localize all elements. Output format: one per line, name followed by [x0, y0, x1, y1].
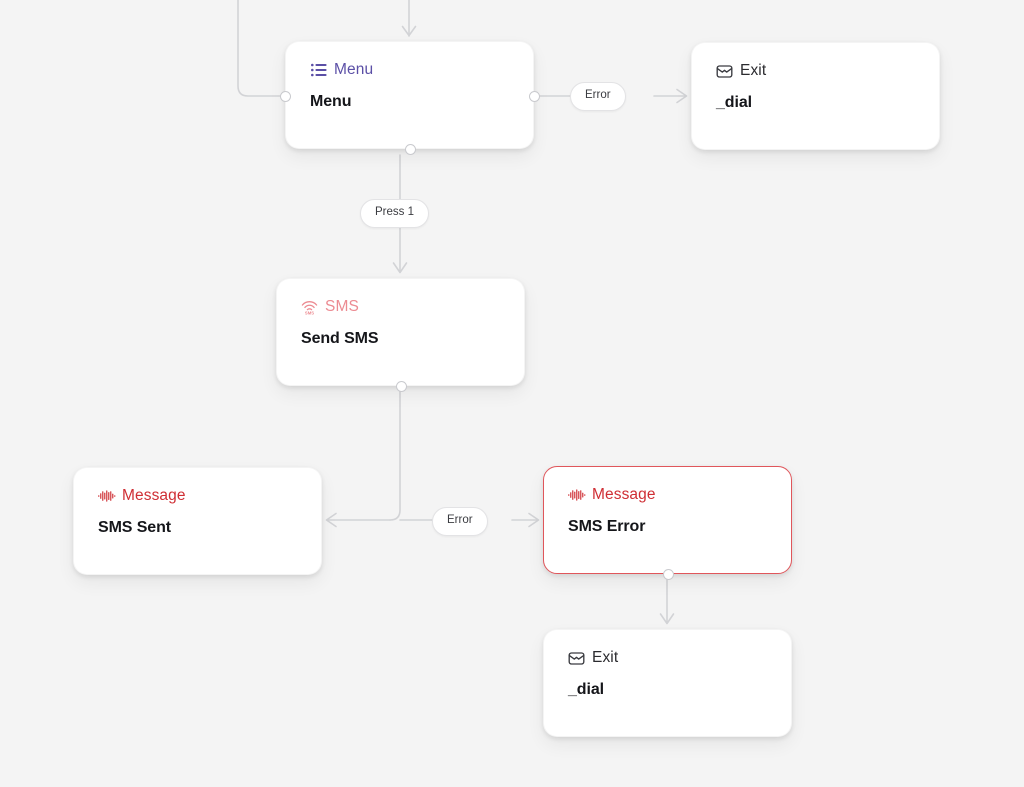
node-kind-label: Menu — [334, 61, 374, 79]
node-kind-label: Message — [122, 487, 186, 505]
node-kind-label: SMS — [325, 298, 359, 316]
port-menu-left[interactable] — [280, 91, 291, 102]
node-header: Message — [97, 486, 297, 506]
inbox-icon — [568, 650, 585, 667]
svg-text:SMS: SMS — [305, 310, 314, 315]
node-exit-bottom[interactable]: Exit _dial — [543, 629, 792, 737]
node-header: SMS SMS — [301, 297, 500, 317]
node-title: SMS Error — [568, 518, 646, 535]
node-header: Exit — [716, 61, 915, 81]
flow-canvas[interactable]: Menu Menu Exit _dial SMS SMS Send SMS Me… — [0, 0, 1024, 787]
arrowhead-send-sms — [392, 262, 408, 274]
arrowhead-incoming-top — [401, 25, 417, 37]
arrowhead-sms-error — [528, 512, 540, 528]
node-exit-top[interactable]: Exit _dial — [691, 42, 940, 150]
inbox-icon — [716, 63, 733, 80]
arrowhead-sms-sent — [325, 512, 337, 528]
port-menu-bottom[interactable] — [405, 144, 416, 155]
port-sms-bottom[interactable] — [396, 381, 407, 392]
edge-incoming-left — [237, 0, 281, 97]
port-menu-right[interactable] — [529, 91, 540, 102]
node-header: Message — [567, 485, 767, 505]
edge-sms-trunk — [389, 389, 401, 521]
node-kind-label: Message — [592, 486, 656, 504]
waveform-icon — [567, 487, 585, 504]
node-send-sms[interactable]: SMS SMS Send SMS — [276, 278, 525, 392]
node-sms-sent[interactable]: Message SMS Sent — [73, 467, 322, 575]
node-header: Exit — [568, 648, 767, 668]
node-sms-error[interactable]: Message SMS Error — [543, 466, 792, 580]
node-title: SMS Sent — [98, 519, 171, 536]
edge-label-press-1[interactable]: Press 1 — [360, 199, 429, 228]
port-sms-error-bottom[interactable] — [663, 569, 674, 580]
node-kind-label: Exit — [740, 62, 767, 80]
edge-label-sms-error[interactable]: Error — [432, 507, 488, 536]
list-icon — [310, 62, 327, 79]
arrowhead-exit-bottom — [659, 613, 675, 625]
node-title: Menu — [310, 93, 352, 110]
waveform-icon — [97, 488, 115, 505]
edge-label-menu-error[interactable]: Error — [570, 82, 626, 111]
sms-signal-icon: SMS — [301, 299, 318, 316]
node-header: Menu — [310, 60, 509, 80]
node-title: _dial — [568, 681, 604, 698]
node-title: _dial — [716, 94, 752, 111]
arrowhead-exit-top — [676, 88, 688, 104]
node-title: Send SMS — [301, 330, 379, 347]
node-menu[interactable]: Menu Menu — [280, 41, 540, 155]
node-kind-label: Exit — [592, 649, 619, 667]
